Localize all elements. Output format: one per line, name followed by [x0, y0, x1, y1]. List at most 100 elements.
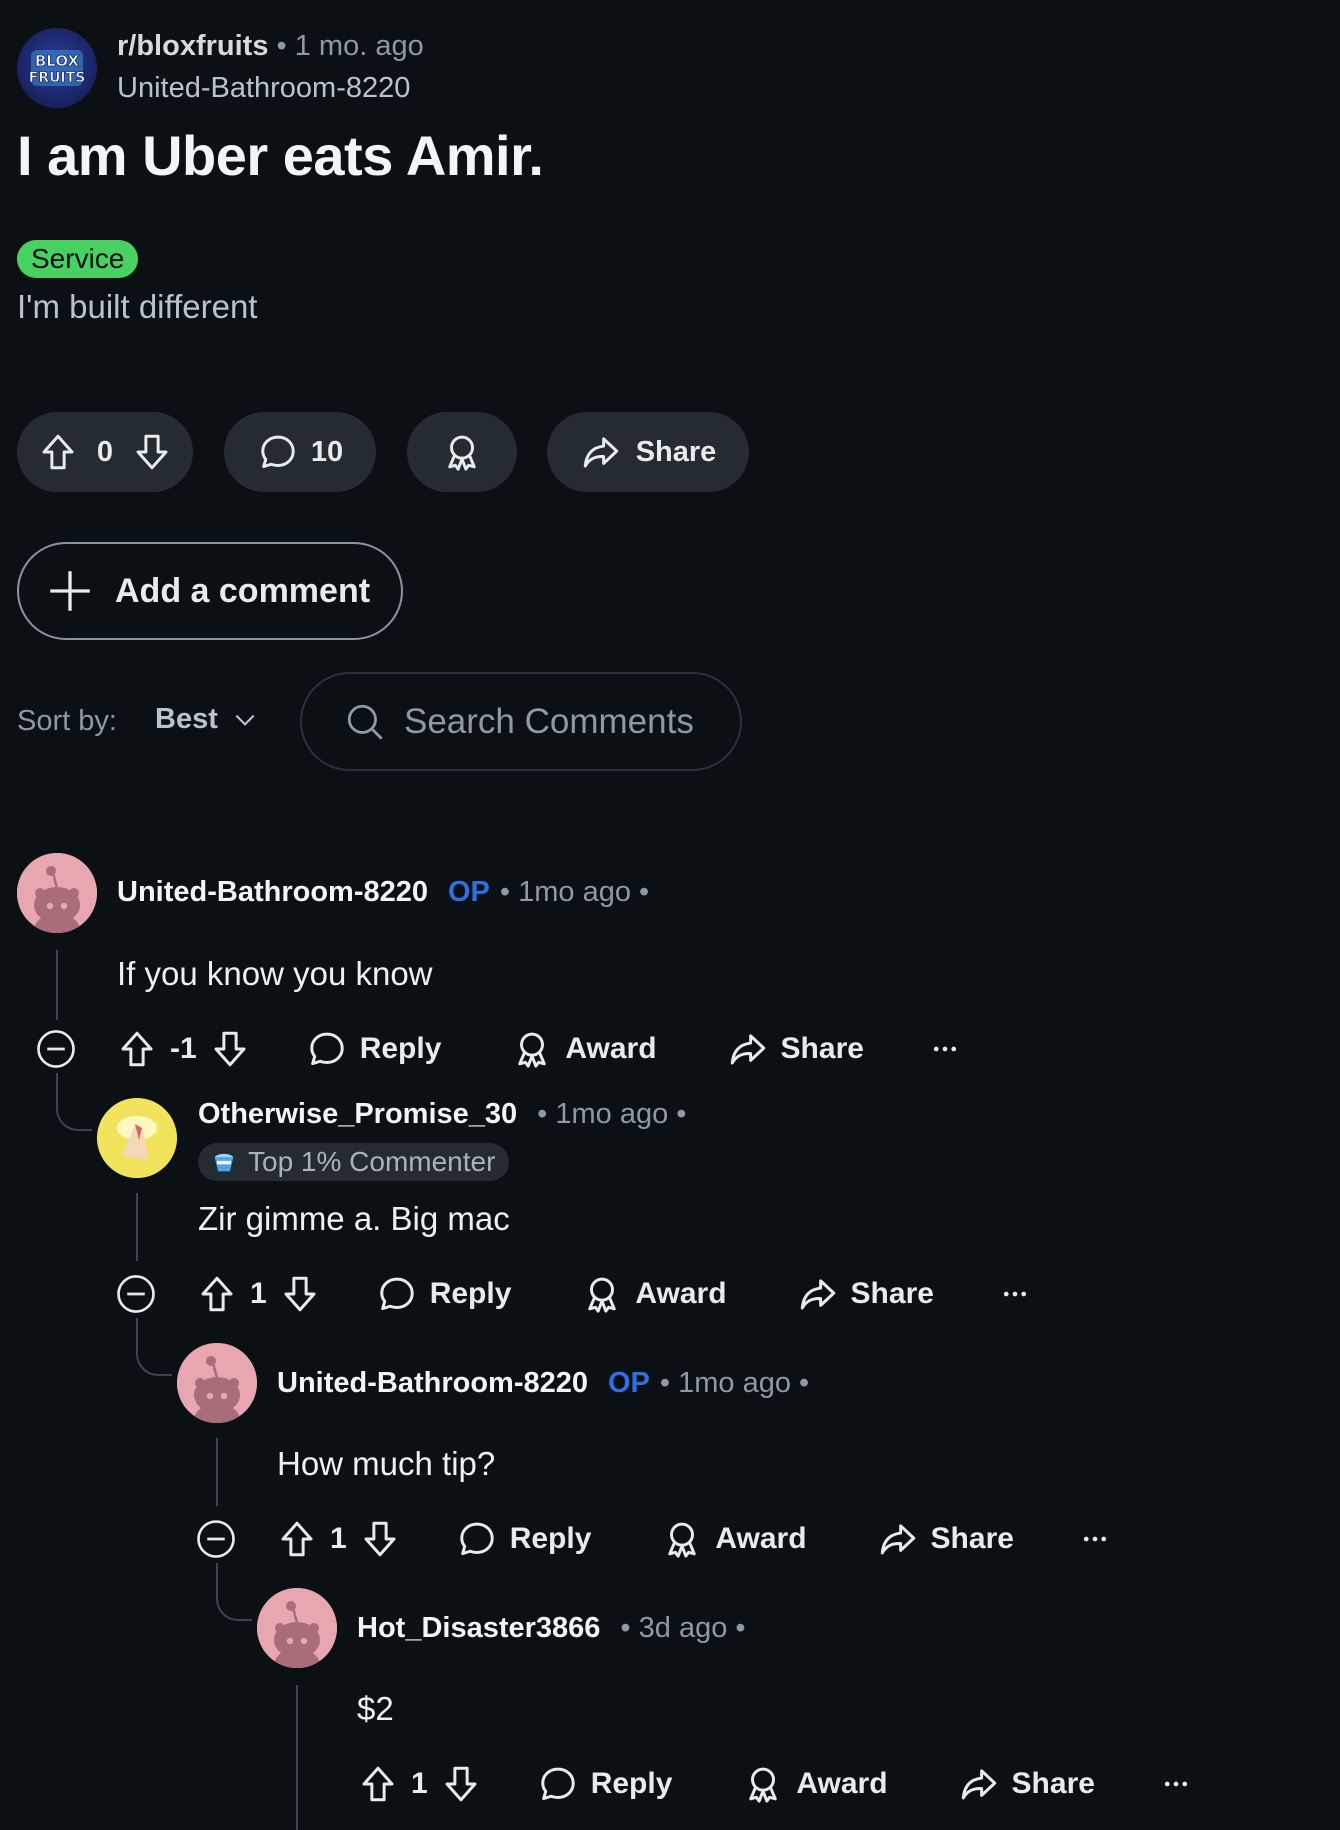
vote-count: 1 — [250, 1277, 267, 1310]
thread-elbow — [136, 1318, 172, 1376]
search-comments-input[interactable] — [404, 701, 704, 742]
reply-button[interactable]: Reply — [456, 1518, 592, 1560]
comment-time: • 3d ago • — [620, 1612, 746, 1644]
share-icon — [958, 1763, 1000, 1805]
vote-group: 1 — [276, 1518, 401, 1560]
award-button[interactable]: Award — [661, 1518, 807, 1560]
thread-elbow — [216, 1563, 252, 1621]
badge-label: Top 1% Commenter — [248, 1146, 496, 1177]
avatar[interactable] — [97, 1098, 177, 1178]
upvote-icon[interactable] — [276, 1518, 318, 1560]
svg-text:BLOX: BLOX — [35, 52, 80, 70]
collapse-icon[interactable] — [35, 1028, 77, 1070]
upvote-icon[interactable] — [116, 1028, 158, 1070]
comment-time: • 1mo ago • — [659, 1367, 810, 1399]
post-share-button[interactable]: Share — [547, 412, 749, 492]
comment-actions: 1 Reply Award Share — [115, 1268, 1030, 1320]
share-button[interactable]: Share — [727, 1028, 864, 1070]
svg-text:FRUITS: FRUITS — [29, 70, 86, 86]
sort-dropdown[interactable]: Best — [155, 703, 258, 736]
post-flair[interactable]: Service — [17, 240, 139, 278]
post-body: I'm built different — [17, 288, 258, 325]
comment-icon — [376, 1273, 418, 1315]
vote-count: 1 — [411, 1767, 428, 1800]
reply-label: Reply — [359, 1032, 442, 1065]
collapse-icon[interactable] — [115, 1273, 157, 1315]
share-label: Share — [780, 1032, 864, 1065]
award-icon — [511, 1028, 553, 1070]
post-time: • 1 mo. ago — [276, 30, 424, 62]
subreddit-icon[interactable]: BLOX FRUITS — [17, 28, 97, 108]
comment-author[interactable]: Hot_Disaster3866 — [357, 1612, 600, 1645]
comment-header: Otherwise_Promise_30 • 1mo ago • — [198, 1098, 686, 1131]
add-comment-label: Add a comment — [115, 571, 371, 610]
thread-line — [296, 1685, 298, 1830]
award-button[interactable]: Award — [511, 1028, 657, 1070]
reply-button[interactable]: Reply — [306, 1028, 442, 1070]
post-share-label: Share — [635, 435, 717, 468]
avatar[interactable] — [177, 1343, 257, 1423]
more-button[interactable] — [1000, 1279, 1030, 1309]
avatar[interactable] — [17, 853, 97, 933]
reply-label: Reply — [429, 1277, 512, 1310]
add-comment-button[interactable]: Add a comment — [17, 542, 403, 640]
share-label: Share — [1011, 1767, 1095, 1800]
search-comments-box[interactable] — [300, 672, 742, 771]
collapse-icon[interactable] — [195, 1518, 237, 1560]
comment-header: United-Bathroom-8220 OP • 1mo ago • — [117, 876, 649, 909]
comment-icon — [537, 1763, 579, 1805]
downvote-icon[interactable] — [440, 1763, 482, 1805]
vote-group: 1 — [357, 1763, 482, 1805]
comment-actions: 1 Reply Award Share — [195, 1513, 1110, 1565]
post-award-button[interactable] — [407, 412, 517, 492]
sort-label: Sort by: — [17, 705, 117, 737]
reply-label: Reply — [509, 1522, 592, 1555]
vote-count: -1 — [170, 1032, 197, 1065]
upvote-icon[interactable] — [196, 1273, 238, 1315]
share-button[interactable]: Share — [797, 1273, 934, 1315]
award-icon — [742, 1763, 784, 1805]
subreddit-name[interactable]: r/bloxfruits • 1 mo. ago — [117, 30, 424, 63]
vote-group: -1 — [116, 1028, 251, 1070]
more-button[interactable] — [930, 1034, 960, 1064]
upvote-icon[interactable] — [37, 431, 79, 473]
more-icon — [1000, 1279, 1030, 1309]
more-icon — [1080, 1524, 1110, 1554]
comment-time: • 1mo ago • — [499, 876, 650, 908]
share-button[interactable]: Share — [958, 1763, 1095, 1805]
post-title: I am Uber eats Amir. — [17, 124, 544, 187]
downvote-icon[interactable] — [131, 431, 173, 473]
avatar[interactable] — [257, 1588, 337, 1668]
award-icon — [441, 431, 483, 473]
comment-actions: 1 Reply Award Share — [357, 1758, 1191, 1810]
downvote-icon[interactable] — [279, 1273, 321, 1315]
thread-line — [216, 1438, 218, 1506]
award-label: Award — [715, 1522, 807, 1555]
downvote-icon[interactable] — [209, 1028, 251, 1070]
more-button[interactable] — [1161, 1769, 1191, 1799]
thread-elbow — [56, 1073, 92, 1131]
reply-button[interactable]: Reply — [537, 1763, 672, 1805]
downvote-icon[interactable] — [359, 1518, 401, 1560]
comment-text: If you know you know — [117, 955, 433, 992]
subreddit-link[interactable]: r/bloxfruits — [117, 30, 268, 62]
comment-author[interactable]: United-Bathroom-8220 — [277, 1367, 588, 1400]
comment-author[interactable]: Otherwise_Promise_30 — [198, 1098, 517, 1131]
more-icon — [930, 1034, 960, 1064]
award-icon — [661, 1518, 703, 1560]
more-icon — [1161, 1769, 1191, 1799]
upvote-icon[interactable] — [357, 1763, 399, 1805]
post-author[interactable]: United-Bathroom-8220 — [117, 72, 410, 105]
thread-line — [136, 1193, 138, 1261]
comment-author[interactable]: United-Bathroom-8220 — [117, 876, 428, 909]
post-comments-button[interactable]: 10 — [224, 412, 376, 492]
share-button[interactable]: Share — [877, 1518, 1014, 1560]
more-button[interactable] — [1080, 1524, 1110, 1554]
award-button[interactable]: Award — [742, 1763, 888, 1805]
comment-text: How much tip? — [277, 1445, 496, 1482]
top-commenter-badge: Top 1% Commenter — [198, 1143, 510, 1181]
comment-time: • 1mo ago • — [537, 1098, 687, 1130]
award-button[interactable]: Award — [581, 1273, 727, 1315]
share-icon — [877, 1518, 919, 1560]
reply-button[interactable]: Reply — [376, 1273, 512, 1315]
